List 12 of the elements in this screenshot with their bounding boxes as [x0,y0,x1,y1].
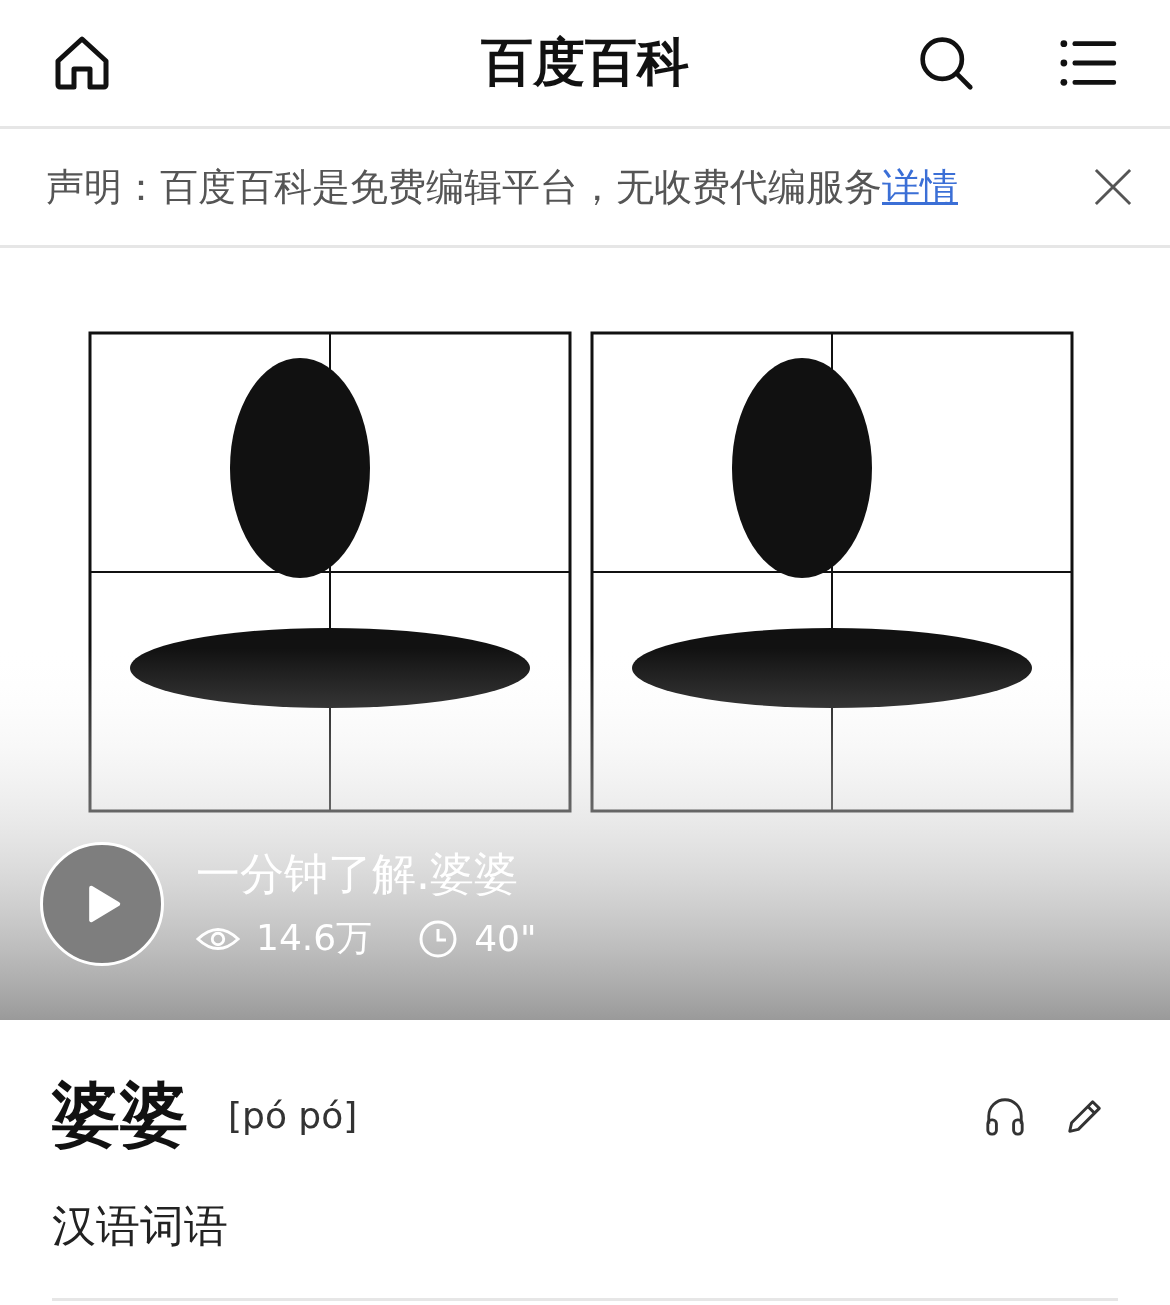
clock-icon [418,918,459,959]
details-link[interactable]: 详情 [882,164,958,209]
site-title: 百度百科 [481,31,689,94]
entry-description: 汉语词语 [52,1199,229,1253]
close-icon[interactable] [1094,168,1132,206]
pinyin: [pó pó] [228,1095,358,1136]
search-icon[interactable] [918,35,974,91]
menu-icon[interactable] [1060,38,1118,88]
notice-text: 声明：百度百科是免费编辑平台，无收费代编服务详情 [46,163,958,211]
view-count: 14.6万 [256,916,373,960]
video-duration: 40" [474,918,537,959]
entry-title: 婆婆 [52,1074,188,1156]
